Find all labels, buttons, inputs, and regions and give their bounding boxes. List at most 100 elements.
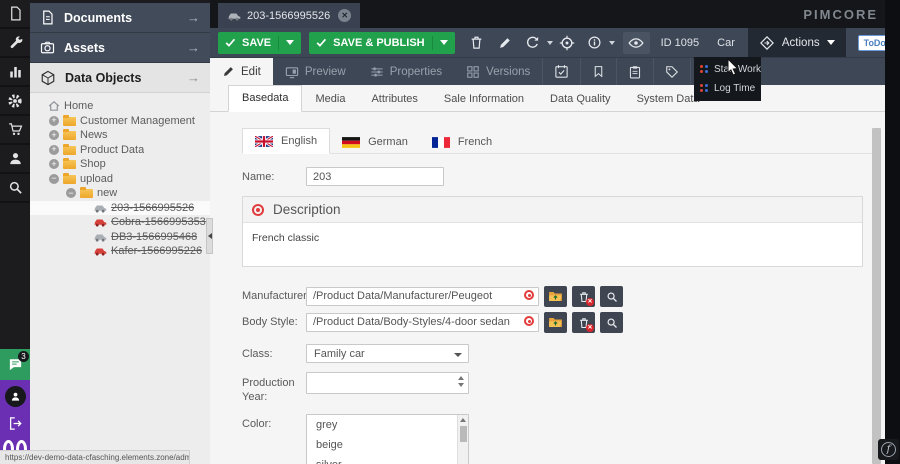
- ecommerce-rail-button[interactable]: [0, 116, 30, 145]
- tab-media[interactable]: Media: [302, 87, 358, 112]
- chevron-down-icon[interactable]: [609, 41, 615, 45]
- description-panel: Description French classic: [242, 196, 863, 267]
- description-editor[interactable]: French classic: [243, 223, 862, 266]
- tab-preview[interactable]: Preview: [273, 58, 358, 85]
- save-button[interactable]: SAVE: [218, 32, 301, 54]
- actions-dropdown-button[interactable]: Actions: [748, 28, 846, 57]
- spinner-arrows[interactable]: [458, 376, 464, 387]
- delete-button[interactable]: [465, 32, 489, 54]
- tab-sale-information[interactable]: Sale Information: [431, 87, 537, 112]
- spin-down-icon[interactable]: [458, 383, 464, 387]
- manufacturer-remove-button[interactable]: ✕: [572, 286, 595, 307]
- trash-icon: [469, 35, 484, 50]
- tree-item-product-data[interactable]: + Product Data: [30, 143, 210, 158]
- color-option-silver[interactable]: silver: [307, 455, 468, 464]
- assets-panel-header[interactable]: Assets →: [30, 33, 210, 63]
- tree-item-kafer[interactable]: Kafer-1566995226: [30, 244, 210, 259]
- data-objects-panel-header[interactable]: Data Objects →: [30, 63, 210, 93]
- tab-edit[interactable]: Edit: [210, 58, 273, 85]
- script-f-badge-icon[interactable]: f: [878, 439, 899, 460]
- color-option-beige[interactable]: beige: [307, 435, 468, 455]
- chevron-down-icon[interactable]: [547, 41, 553, 45]
- search-rail-button[interactable]: [0, 174, 30, 203]
- manufacturer-input[interactable]: [306, 287, 539, 306]
- close-tab-icon[interactable]: ✕: [338, 9, 351, 22]
- schedule-button[interactable]: [542, 58, 580, 85]
- manufacturer-search-button[interactable]: [600, 286, 623, 307]
- tab-language-french[interactable]: French: [420, 130, 504, 154]
- chevron-down-icon[interactable]: [440, 40, 448, 45]
- reports-rail-button[interactable]: [0, 58, 30, 87]
- tree-item-cobra[interactable]: Cobra-1566995353: [30, 215, 210, 230]
- rename-button[interactable]: [493, 32, 517, 54]
- tree-item-shop[interactable]: + Shop: [30, 157, 210, 172]
- description-panel-header[interactable]: Description: [243, 197, 862, 223]
- body-style-remove-button[interactable]: ✕: [572, 312, 595, 333]
- reports-button[interactable]: [616, 58, 653, 85]
- workflow-transition-icon: [700, 84, 709, 93]
- tree-item-news[interactable]: + News: [30, 128, 210, 143]
- body-style-input[interactable]: [306, 313, 539, 332]
- content-scrollbar[interactable]: [872, 116, 881, 464]
- tab-attributes[interactable]: Attributes: [358, 87, 430, 112]
- manufacturer-open-button[interactable]: [544, 286, 567, 307]
- user-avatar[interactable]: [5, 386, 26, 407]
- color-list-scrollbar[interactable]: [457, 415, 468, 464]
- file-rail-button[interactable]: [0, 0, 30, 29]
- scroll-thumb[interactable]: [460, 426, 467, 442]
- body-style-search-button[interactable]: [600, 312, 623, 333]
- color-option-grey[interactable]: grey: [307, 415, 468, 435]
- class-select[interactable]: Family car: [306, 344, 469, 363]
- manufacturer-field-row: Manufacturer: ✕: [242, 286, 885, 307]
- cart-icon: [8, 122, 23, 137]
- customers-rail-button[interactable]: [0, 145, 30, 174]
- tab-data-quality[interactable]: Data Quality: [537, 87, 624, 112]
- logout-button[interactable]: [8, 416, 23, 431]
- tools-rail-button[interactable]: [0, 29, 30, 58]
- tab-versions[interactable]: Versions: [454, 58, 542, 85]
- tree-item-home[interactable]: Home: [30, 99, 210, 114]
- reload-button[interactable]: [521, 32, 545, 54]
- settings-rail-button[interactable]: [0, 87, 30, 116]
- logout-icon: [8, 416, 23, 431]
- open-object-tab[interactable]: 203-1566995526 ✕: [218, 3, 360, 28]
- tab-basedata[interactable]: Basedata: [228, 85, 302, 112]
- color-multiselect[interactable]: grey beige silver: [306, 414, 469, 464]
- expand-plus-icon[interactable]: +: [49, 130, 59, 140]
- tree-item-new[interactable]: − new: [30, 186, 210, 201]
- expand-plus-icon[interactable]: +: [49, 159, 59, 169]
- notes-events-button[interactable]: [580, 58, 616, 85]
- chat-button[interactable]: 3: [0, 349, 30, 380]
- tags-button[interactable]: [653, 58, 690, 85]
- scroll-thumb[interactable]: [872, 128, 881, 464]
- tree-item-customer-management[interactable]: + Customer Management: [30, 114, 210, 129]
- expand-plus-icon[interactable]: +: [49, 116, 59, 126]
- expand-plus-icon[interactable]: +: [49, 145, 59, 155]
- preview-visibility-button[interactable]: [623, 32, 650, 54]
- open-folder-icon: [548, 290, 563, 303]
- folder-icon: [63, 131, 76, 140]
- save-publish-button[interactable]: SAVE & PUBLISH: [309, 32, 454, 54]
- tree-item-203[interactable]: 203-1566995526: [30, 201, 210, 216]
- tree-item-upload[interactable]: − upload: [30, 172, 210, 187]
- collapse-minus-icon[interactable]: −: [66, 188, 76, 198]
- body-style-open-button[interactable]: [544, 312, 567, 333]
- tree-item-db3[interactable]: DB3-1566995468: [30, 230, 210, 245]
- class-field-row: Class: Family car: [242, 344, 885, 363]
- info-button[interactable]: [583, 32, 607, 54]
- name-input[interactable]: [306, 167, 444, 186]
- sidebar-collapse-handle[interactable]: [206, 218, 213, 254]
- tab-properties[interactable]: Properties: [358, 58, 454, 85]
- locate-in-tree-button[interactable]: [555, 32, 579, 54]
- tab-language-german[interactable]: German: [330, 130, 420, 154]
- collapse-minus-icon[interactable]: −: [49, 174, 59, 184]
- tab-language-english[interactable]: English: [242, 128, 330, 154]
- chat-count-badge: 3: [18, 351, 29, 362]
- documents-panel-header[interactable]: Documents →: [30, 3, 210, 33]
- menu-item-log-time[interactable]: Log Time: [694, 79, 761, 98]
- production-year-spinner[interactable]: [306, 372, 469, 394]
- scroll-up-icon[interactable]: [460, 418, 466, 422]
- chevron-down-icon[interactable]: [286, 40, 294, 45]
- spin-up-icon[interactable]: [458, 376, 464, 380]
- car-icon-grey: [93, 203, 107, 213]
